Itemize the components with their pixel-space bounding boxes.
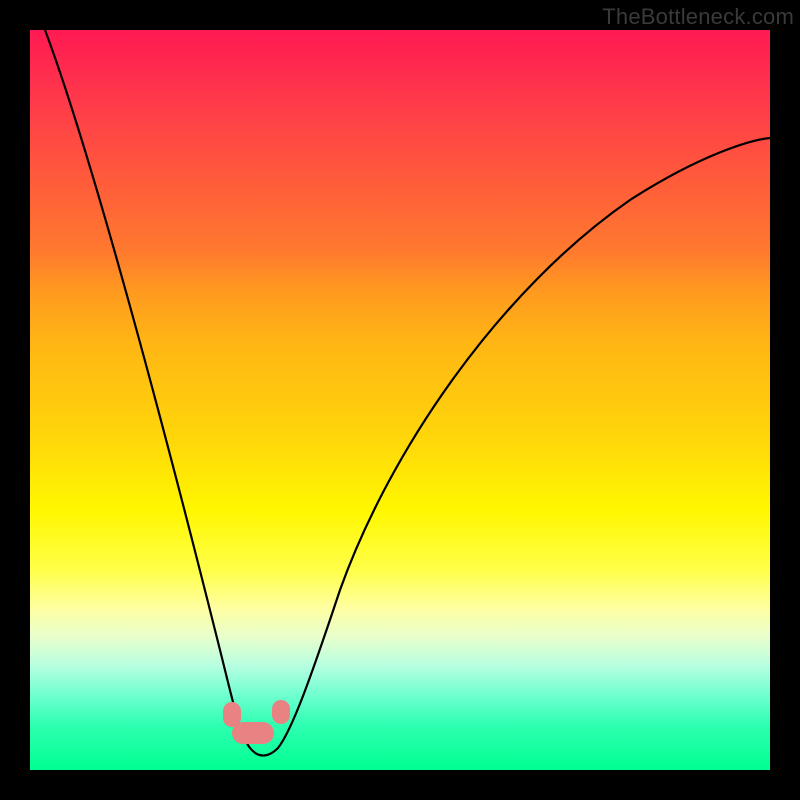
curve-min-marker-right — [272, 700, 290, 724]
curve-min-marker-bottom — [232, 722, 274, 744]
bottleneck-curve — [30, 30, 770, 770]
bottleneck-curve-path — [45, 30, 770, 756]
watermark-text: TheBottleneck.com — [602, 4, 794, 30]
chart-plot-area — [30, 30, 770, 770]
